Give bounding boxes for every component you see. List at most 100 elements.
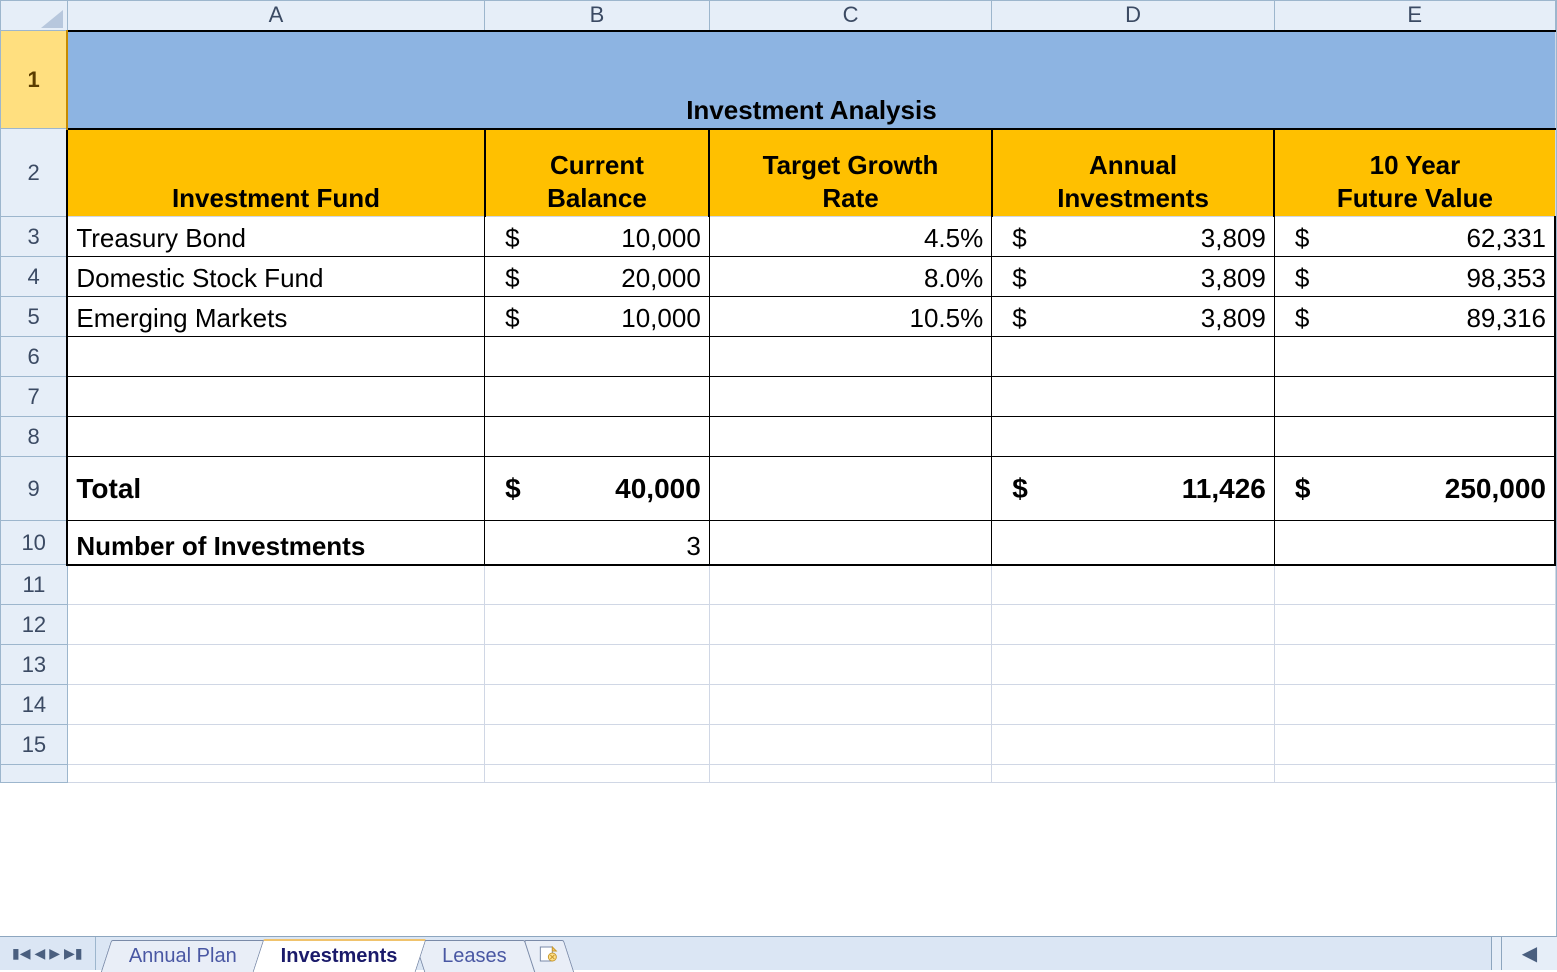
cell-A9[interactable]: Total bbox=[67, 457, 484, 521]
cell-E13[interactable] bbox=[1274, 645, 1555, 685]
cell-D9[interactable]: $11,426 bbox=[992, 457, 1275, 521]
header-rate[interactable]: Target GrowthRate bbox=[709, 129, 991, 217]
cell-E16[interactable] bbox=[1274, 765, 1555, 783]
row-header-11[interactable]: 11 bbox=[1, 565, 68, 605]
cell-E14[interactable] bbox=[1274, 685, 1555, 725]
cell-A15[interactable] bbox=[67, 725, 484, 765]
cell-B16[interactable] bbox=[485, 765, 710, 783]
row-11[interactable]: 11 bbox=[1, 565, 1556, 605]
cell-E7[interactable] bbox=[1274, 377, 1555, 417]
cell-C5[interactable]: 10.5% bbox=[709, 297, 991, 337]
row-14[interactable]: 14 bbox=[1, 685, 1556, 725]
title-cell[interactable]: Investment Analysis bbox=[67, 31, 1555, 129]
cell-D13[interactable] bbox=[992, 645, 1275, 685]
row-6[interactable]: 6 bbox=[1, 337, 1556, 377]
cell-D4[interactable]: $3,809 bbox=[992, 257, 1275, 297]
row-header-7[interactable]: 7 bbox=[1, 377, 68, 417]
cell-B11[interactable] bbox=[485, 565, 710, 605]
row-header-9[interactable]: 9 bbox=[1, 457, 68, 521]
header-balance[interactable]: CurrentBalance bbox=[485, 129, 710, 217]
cell-B14[interactable] bbox=[485, 685, 710, 725]
row-header-3[interactable]: 3 bbox=[1, 217, 68, 257]
cell-E10[interactable] bbox=[1274, 521, 1555, 565]
tab-annual-plan[interactable]: Annual Plan bbox=[100, 940, 264, 972]
cell-A16[interactable] bbox=[67, 765, 484, 783]
cell-C10[interactable] bbox=[709, 521, 991, 565]
row-4[interactable]: 4 Domestic Stock Fund $20,000 8.0% $3,80… bbox=[1, 257, 1556, 297]
next-sheet-icon[interactable]: ▶ bbox=[49, 945, 60, 962]
row-5[interactable]: 5 Emerging Markets $10,000 10.5% $3,809 … bbox=[1, 297, 1556, 337]
cell-A3[interactable]: Treasury Bond bbox=[67, 217, 484, 257]
cell-D11[interactable] bbox=[992, 565, 1275, 605]
cell-B5[interactable]: $10,000 bbox=[485, 297, 710, 337]
row-header-2[interactable]: 2 bbox=[1, 129, 68, 217]
row-header-15[interactable]: 15 bbox=[1, 725, 68, 765]
cell-E15[interactable] bbox=[1274, 725, 1555, 765]
cell-C11[interactable] bbox=[709, 565, 991, 605]
grid-area[interactable]: A B C D E 1 Investment Analysis 2 Invest… bbox=[0, 0, 1557, 936]
cell-E3[interactable]: $62,331 bbox=[1274, 217, 1555, 257]
cell-C13[interactable] bbox=[709, 645, 991, 685]
cell-E8[interactable] bbox=[1274, 417, 1555, 457]
cell-D15[interactable] bbox=[992, 725, 1275, 765]
cell-C3[interactable]: 4.5% bbox=[709, 217, 991, 257]
cell-B13[interactable] bbox=[485, 645, 710, 685]
row-header-4[interactable]: 4 bbox=[1, 257, 68, 297]
cell-A12[interactable] bbox=[67, 605, 484, 645]
row-header-13[interactable]: 13 bbox=[1, 645, 68, 685]
col-header-E[interactable]: E bbox=[1274, 1, 1555, 31]
row-header-1[interactable]: 1 bbox=[1, 31, 68, 129]
header-fund[interactable]: Investment Fund bbox=[67, 129, 484, 217]
cell-E9[interactable]: $250,000 bbox=[1274, 457, 1555, 521]
row-2[interactable]: 2 Investment Fund CurrentBalance Target … bbox=[1, 129, 1556, 217]
cell-B9[interactable]: $40,000 bbox=[485, 457, 710, 521]
cell-A11[interactable] bbox=[67, 565, 484, 605]
cell-A10[interactable]: Number of Investments bbox=[67, 521, 484, 565]
header-annual[interactable]: AnnualInvestments bbox=[992, 129, 1275, 217]
cell-D14[interactable] bbox=[992, 685, 1275, 725]
cell-B15[interactable] bbox=[485, 725, 710, 765]
cell-A5[interactable]: Emerging Markets bbox=[67, 297, 484, 337]
row-12[interactable]: 12 bbox=[1, 605, 1556, 645]
row-7[interactable]: 7 bbox=[1, 377, 1556, 417]
row-header-10[interactable]: 10 bbox=[1, 521, 68, 565]
col-header-A[interactable]: A bbox=[67, 1, 484, 31]
cell-D10[interactable] bbox=[992, 521, 1275, 565]
cell-A4[interactable]: Domestic Stock Fund bbox=[67, 257, 484, 297]
tab-investments[interactable]: Investments bbox=[253, 939, 426, 972]
row-header-16[interactable] bbox=[1, 765, 68, 783]
cell-B3[interactable]: $10,000 bbox=[485, 217, 710, 257]
cell-C14[interactable] bbox=[709, 685, 991, 725]
last-sheet-icon[interactable]: ▶▮ bbox=[64, 945, 82, 962]
row-header-5[interactable]: 5 bbox=[1, 297, 68, 337]
cell-C8[interactable] bbox=[709, 417, 991, 457]
select-all-triangle[interactable] bbox=[1, 1, 68, 31]
cell-B10[interactable]: 3 bbox=[485, 521, 710, 565]
col-header-D[interactable]: D bbox=[992, 1, 1275, 31]
col-header-B[interactable]: B bbox=[485, 1, 710, 31]
column-header-row[interactable]: A B C D E bbox=[1, 1, 1556, 31]
row-15[interactable]: 15 bbox=[1, 725, 1556, 765]
cell-D3[interactable]: $3,809 bbox=[992, 217, 1275, 257]
row-header-12[interactable]: 12 bbox=[1, 605, 68, 645]
tab-leases[interactable]: Leases bbox=[414, 940, 535, 972]
row-13[interactable]: 13 bbox=[1, 645, 1556, 685]
cell-C15[interactable] bbox=[709, 725, 991, 765]
prev-sheet-icon[interactable]: ◀ bbox=[34, 945, 45, 962]
cell-C16[interactable] bbox=[709, 765, 991, 783]
row-header-14[interactable]: 14 bbox=[1, 685, 68, 725]
scroll-left-icon[interactable]: ◀ bbox=[1502, 937, 1557, 970]
row-header-6[interactable]: 6 bbox=[1, 337, 68, 377]
cell-B7[interactable] bbox=[485, 377, 710, 417]
row-16-partial[interactable] bbox=[1, 765, 1556, 783]
cell-B8[interactable] bbox=[485, 417, 710, 457]
cell-E5[interactable]: $89,316 bbox=[1274, 297, 1555, 337]
row-9[interactable]: 9 Total $40,000 $11,426 $250,000 bbox=[1, 457, 1556, 521]
cell-C12[interactable] bbox=[709, 605, 991, 645]
cell-A7[interactable] bbox=[67, 377, 484, 417]
cell-C6[interactable] bbox=[709, 337, 991, 377]
header-future[interactable]: 10 YearFuture Value bbox=[1274, 129, 1555, 217]
cell-D8[interactable] bbox=[992, 417, 1275, 457]
cell-A8[interactable] bbox=[67, 417, 484, 457]
cell-D6[interactable] bbox=[992, 337, 1275, 377]
